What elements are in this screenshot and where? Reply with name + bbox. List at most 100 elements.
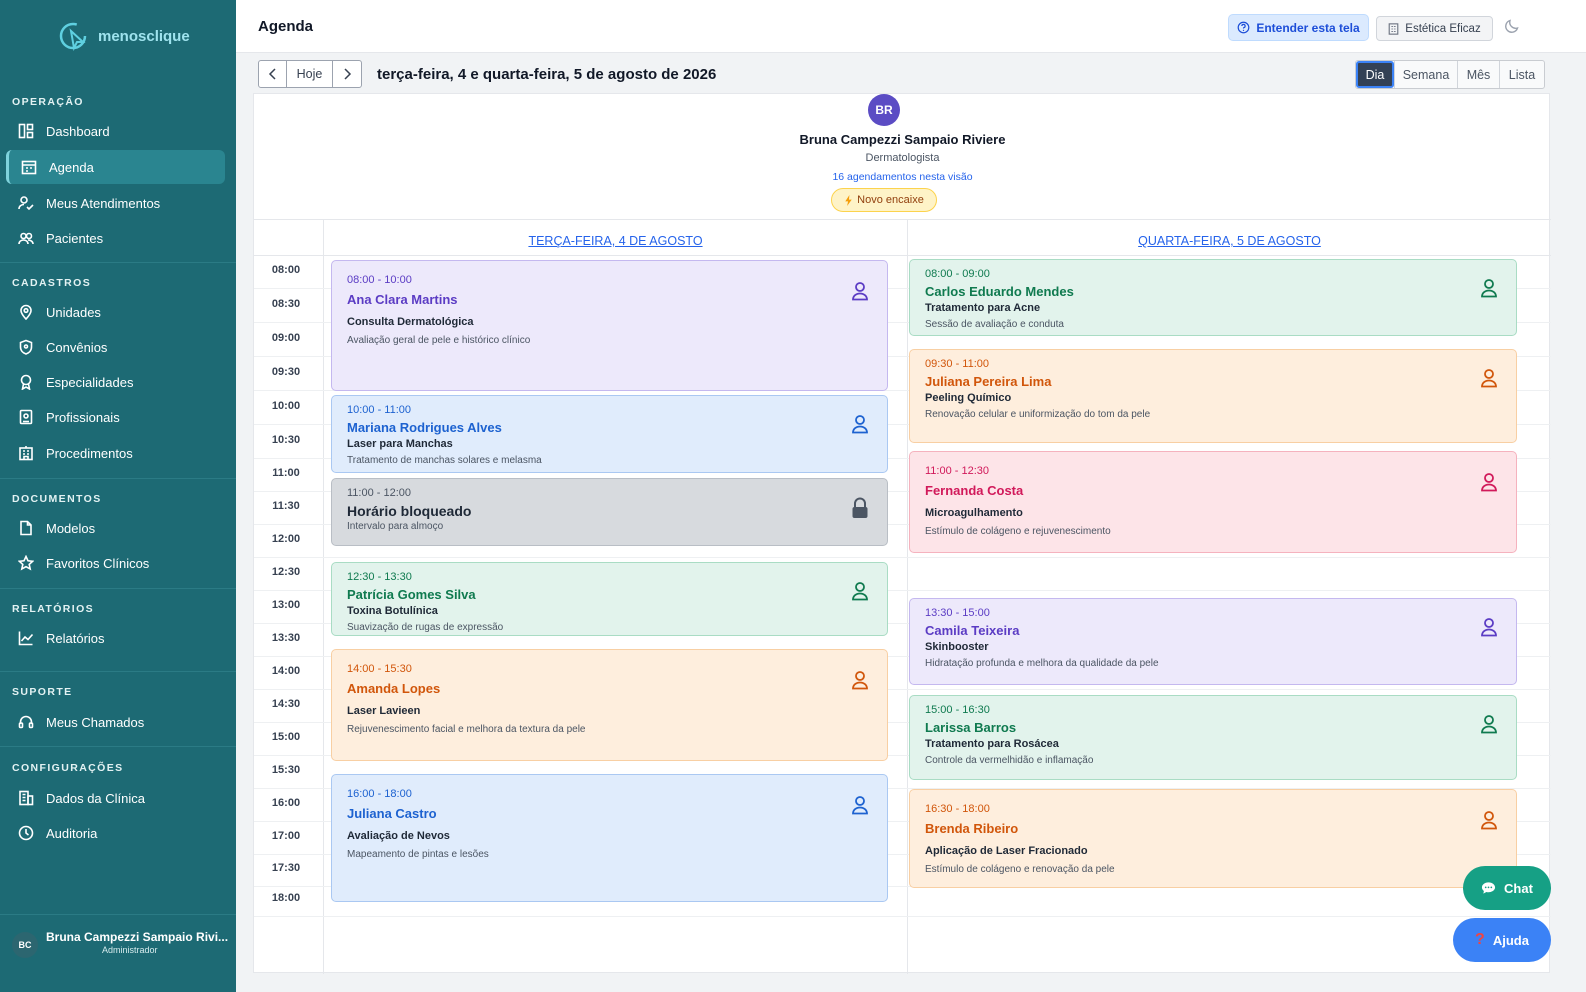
view-switcher: Dia Semana Mês Lista: [1355, 60, 1545, 89]
time-label: 09:30: [271, 366, 301, 378]
header-divider: [254, 255, 1551, 256]
next-button[interactable]: [332, 60, 362, 88]
clinic-selector[interactable]: Estética Eficaz: [1376, 16, 1493, 41]
users-icon: [18, 232, 34, 245]
sidebar-item-dashboard[interactable]: Dashboard: [6, 114, 225, 148]
sidebar-item-label: Agenda: [49, 159, 94, 175]
time-label: 10:00: [271, 400, 301, 412]
appointment-time: 13:30 - 15:00: [925, 607, 990, 619]
sidebar-divider: [0, 262, 236, 263]
today-button[interactable]: Hoje: [286, 60, 333, 88]
brand-logo[interactable]: menosclique: [58, 20, 190, 52]
person-icon: [852, 582, 868, 601]
sidebar-item-label: Dados da Clínica: [46, 790, 145, 806]
sidebar-item-unidades[interactable]: Unidades: [6, 295, 225, 329]
time-col-divider: [323, 219, 324, 974]
time-label: 09:00: [271, 332, 301, 344]
user-name: Bruna Campezzi Sampaio Rivi...: [46, 930, 229, 944]
appointment-card[interactable]: 10:00 - 11:00 Mariana Rodrigues Alves Lase…: [331, 395, 888, 473]
sidebar-item-dados-da-clinica[interactable]: Dados da Clínica: [6, 781, 225, 815]
user-profile[interactable]: BC Bruna Campezzi Sampaio Rivi... Admini…: [0, 914, 236, 992]
help-button[interactable]: ? Ajuda: [1453, 918, 1551, 962]
sidebar-item-profissionais[interactable]: Profissionais: [6, 400, 225, 434]
appointments-count[interactable]: 16 agendamentos nesta visão: [254, 171, 1551, 183]
sidebar-item-meus-atendimentos[interactable]: Meus Atendimentos: [6, 186, 225, 220]
person-icon: [1481, 811, 1497, 830]
view-week-button[interactable]: Semana: [1394, 61, 1457, 88]
time-label: 10:30: [271, 434, 301, 446]
appointment-procedure: Laser para Manchas: [347, 438, 453, 450]
sidebar-item-especialidades[interactable]: Especialidades: [6, 365, 225, 399]
appointment-time: 12:30 - 13:30: [347, 571, 412, 583]
person-icon: [1480, 810, 1498, 835]
sidebar-item-procedimentos[interactable]: Procedimentos: [6, 436, 225, 470]
person-icon: [851, 414, 869, 439]
view-month-button[interactable]: Mês: [1457, 61, 1499, 88]
calendar-panel: BR Bruna Campezzi Sampaio Riviere Dermat…: [253, 93, 1551, 974]
new-slot-label: Novo encaixe: [857, 194, 924, 206]
appointment-card[interactable]: 13:30 - 15:00 Camila Teixeira Skinbooster H…: [909, 598, 1517, 685]
section-title-suporte: SUPORTE: [12, 686, 73, 698]
new-slot-button[interactable]: Novo encaixe: [831, 188, 937, 212]
brand-name: menosclique: [98, 27, 190, 45]
view-list-button[interactable]: Lista: [1499, 61, 1544, 88]
appointment-time: 16:00 - 18:00: [347, 788, 412, 800]
appointment-card[interactable]: 16:30 - 18:00 Brenda Ribeiro Aplicação de …: [909, 789, 1517, 888]
sidebar-item-pacientes[interactable]: Pacientes: [6, 221, 225, 255]
sidebar-divider: [0, 746, 236, 747]
sidebar-item-meus-chamados[interactable]: Meus Chamados: [6, 705, 225, 739]
sidebar-item-label: Auditoria: [46, 825, 98, 841]
appointment-procedure: Avaliação de Nevos: [347, 830, 450, 842]
appointment-card[interactable]: 08:00 - 10:00 Ana Clara Martins Consulta D…: [331, 260, 888, 391]
professional-specialty: Dermatologista: [865, 152, 940, 164]
map-pin-icon: [20, 304, 32, 320]
sidebar-item-convenios[interactable]: Convênios: [6, 330, 225, 364]
person-icon: [851, 581, 869, 606]
appointment-card[interactable]: 09:30 - 11:00 Juliana Pereira Lima Peeling…: [909, 349, 1517, 443]
sidebar-item-relatorios[interactable]: Relatórios: [6, 621, 225, 655]
person-icon: [852, 796, 868, 815]
section-title-relatorios: RELATÓRIOS: [12, 603, 95, 615]
appointment-procedure: Microagulhamento: [925, 507, 1023, 519]
appointment-card[interactable]: 15:00 - 16:30 Larissa Barros Tratamento pa…: [909, 695, 1517, 780]
sidebar-item-agenda[interactable]: Agenda: [6, 150, 225, 184]
day-header-wednesday[interactable]: QUARTA-FEIRA, 5 DE AGOSTO: [908, 234, 1551, 248]
appointment-description: Suavização de rugas de expressão: [347, 622, 504, 633]
lightning-icon: [845, 194, 852, 206]
time-label: 15:00: [271, 731, 301, 743]
prev-button[interactable]: [258, 60, 287, 88]
sidebar-item-label: Unidades: [46, 304, 101, 320]
appointment-procedure: Consulta Dermatológica: [347, 316, 474, 328]
sidebar-item-modelos[interactable]: Modelos: [6, 511, 225, 545]
day-header-tuesday[interactable]: TERÇA-FEIRA, 4 DE AGOSTO: [324, 234, 907, 248]
moon-icon[interactable]: [1504, 18, 1520, 34]
professional-avatar: BR: [868, 94, 900, 126]
professional-name: Bruna Campezzi Sampaio Riviere: [799, 132, 1006, 147]
appointment-card[interactable]: 08:00 - 09:00 Carlos Eduardo Mendes Tratam…: [909, 259, 1517, 336]
appointment-description: Rejuvenescimento facial e melhora da tex…: [347, 724, 586, 735]
grid-line: [254, 916, 1551, 917]
appointment-card[interactable]: 12:30 - 13:30 Patrícia Gomes Silva Toxina …: [331, 562, 888, 636]
appointment-description: Avaliação geral de pele e histórico clín…: [347, 335, 531, 346]
appointment-card[interactable]: 16:00 - 18:00 Juliana Castro Avaliação de …: [331, 774, 888, 902]
user-check-icon: [18, 196, 34, 211]
time-label: 12:30: [271, 566, 301, 578]
sidebar-item-favoritos-clinicos[interactable]: Favoritos Clínicos: [6, 546, 225, 580]
appointment-procedure: Toxina Botulínica: [347, 605, 438, 617]
time-label: 08:30: [271, 298, 301, 310]
person-icon: [852, 282, 868, 301]
view-day-button[interactable]: Dia: [1356, 61, 1394, 88]
appointment-patient: Brenda Ribeiro: [925, 821, 1019, 836]
chat-button[interactable]: Chat: [1463, 866, 1551, 910]
sidebar-item-auditoria[interactable]: Auditoria: [6, 816, 225, 850]
appointment-card[interactable]: 11:00 - 12:00 Horário bloqueado Intervalo …: [331, 478, 888, 546]
appointment-procedure: Skinbooster: [925, 641, 989, 653]
time-label: 17:30: [271, 862, 301, 874]
appointment-card[interactable]: 11:00 - 12:30 Fernanda Costa Microagulhame…: [909, 451, 1517, 553]
appointment-patient: Amanda Lopes: [347, 681, 441, 696]
time-label: 12:00: [271, 533, 301, 545]
understand-screen-button[interactable]: Entender esta tela: [1228, 14, 1369, 41]
person-icon: [1480, 714, 1498, 739]
appointment-card[interactable]: 14:00 - 15:30 Amanda Lopes Laser Lavieen Re…: [331, 649, 888, 761]
appointment-procedure: Aplicação de Laser Fracionado: [925, 845, 1088, 857]
